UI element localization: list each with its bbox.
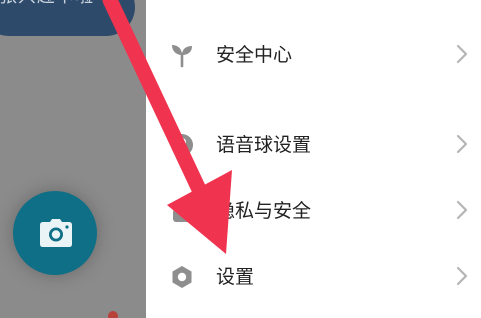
arrow-down-right-icon (102, 0, 232, 254)
